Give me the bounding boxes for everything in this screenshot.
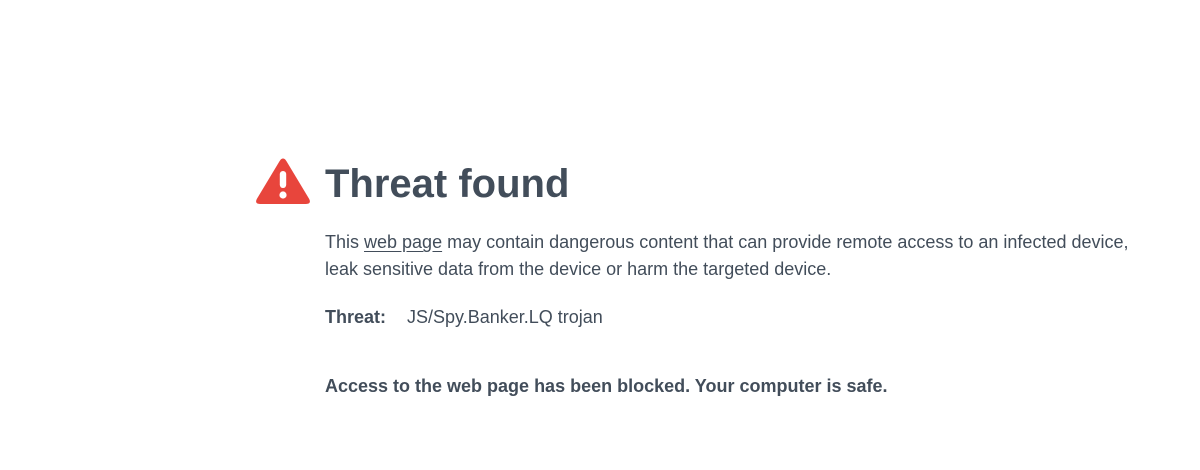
threat-label: Threat:: [325, 307, 387, 327]
page-title: Threat found: [325, 162, 570, 206]
description-text: may contain dangerous content that can p…: [442, 232, 1129, 252]
threat-name: JS/Spy.Banker.LQ trojan: [407, 307, 603, 327]
threat-row: Threat: JS/Spy.Banker.LQ trojan: [325, 304, 603, 330]
blocked-message: Access to the web page has been blocked.…: [325, 376, 888, 396]
web-page-link[interactable]: web page: [364, 232, 442, 252]
warning-triangle-icon: [255, 157, 311, 205]
description-text: This: [325, 232, 365, 252]
threat-description: This web page may contain dangerous cont…: [325, 229, 1200, 283]
description-text: leak sensitive data from the device or h…: [325, 259, 832, 279]
